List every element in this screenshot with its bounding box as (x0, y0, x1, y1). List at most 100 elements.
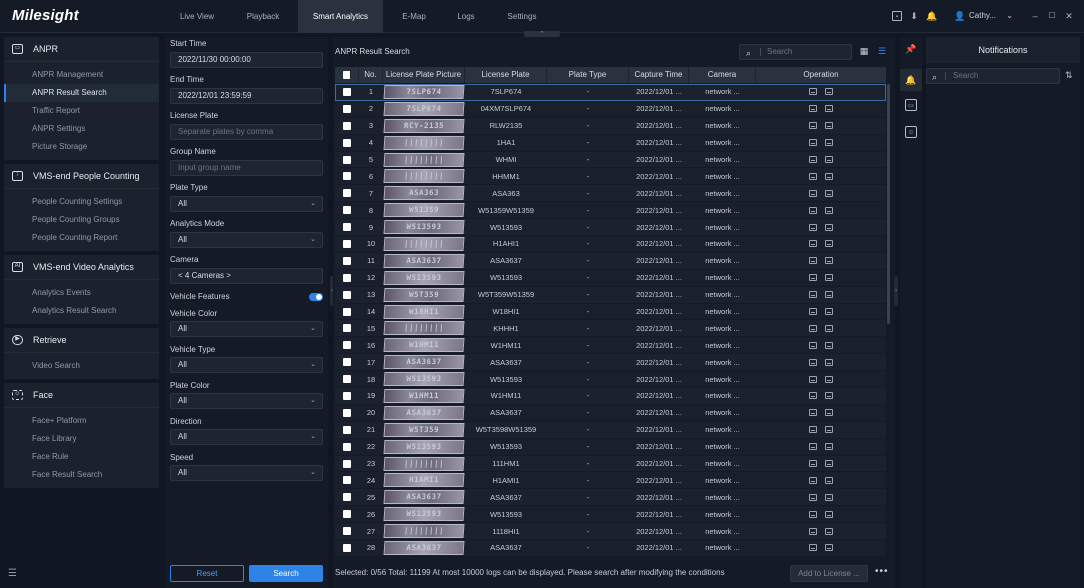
view-image-icon[interactable] (809, 291, 817, 299)
view-details-icon[interactable] (825, 291, 833, 299)
view-image-icon[interactable] (809, 240, 817, 248)
plate-thumbnail[interactable]: ASA3637 (383, 540, 465, 555)
table-row[interactable]: 1 7SLP674 7SLP674 - 2022/12/01 ... network ..… (335, 84, 886, 101)
plate-picture-cell[interactable]: W513593 (383, 439, 465, 454)
plate-picture-cell[interactable]: ASA3637 (383, 540, 465, 555)
view-details-icon[interactable] (825, 189, 833, 197)
plate-picture-cell[interactable]: W5T359 (383, 287, 465, 302)
plate-thumbnail[interactable]: W513593 (383, 270, 465, 285)
row-select-cell[interactable] (335, 358, 359, 367)
user-menu[interactable]: Cathy... ⌄ (969, 11, 1013, 20)
row-checkbox[interactable] (343, 155, 351, 164)
row-select-cell[interactable] (335, 527, 359, 536)
row-checkbox[interactable] (343, 408, 351, 417)
tab-settings[interactable]: Settings (491, 0, 553, 33)
vehicle-type-select[interactable]: All ⌄ (170, 357, 323, 373)
view-image-icon[interactable] (809, 88, 817, 96)
view-image-icon[interactable] (809, 527, 817, 535)
plate-thumbnail[interactable]: |||||||| (383, 236, 465, 251)
table-row[interactable]: 8 W51359 W51359W51359-2022/12/01 ... networ… (335, 202, 886, 220)
sidebar-item-face-library[interactable]: Face Library (4, 430, 159, 448)
tab-logs[interactable]: Logs (445, 0, 487, 33)
plate-picture-cell[interactable]: W5T359 (383, 422, 465, 437)
row-select-cell[interactable] (335, 239, 359, 248)
view-image-icon[interactable] (809, 308, 817, 316)
view-details-icon[interactable] (825, 392, 833, 400)
view-details-icon[interactable] (825, 358, 833, 366)
view-image-icon[interactable] (809, 257, 817, 265)
table-row[interactable]: 2 7SLP674 04XM7SLP674 - 2022/12/01 ... networ… (335, 100, 886, 118)
camera-select[interactable]: < 4 Cameras > (170, 268, 323, 284)
row-select-cell[interactable] (335, 87, 359, 96)
view-details-icon[interactable] (825, 527, 833, 535)
table-row[interactable]: 14 W18HI1 W18HI1 - 2022/12/01 ... network ... (335, 303, 886, 321)
view-image-icon[interactable] (809, 510, 817, 518)
hamburger-menu-icon[interactable]: ☰ (8, 568, 17, 579)
plate-thumbnail[interactable]: 7SLP674 (383, 84, 465, 99)
row-checkbox[interactable] (343, 375, 351, 384)
notification-search-input[interactable]: ⌕ Search (926, 68, 1060, 84)
view-image-icon[interactable] (809, 409, 817, 417)
row-select-cell[interactable] (335, 172, 359, 181)
row-checkbox[interactable] (343, 206, 351, 215)
plate-thumbnail[interactable]: |||||||| (383, 456, 465, 471)
table-row[interactable]: 16 W1HM11 W1HM11 - 2022/12/01 ... network ... (335, 337, 886, 355)
row-checkbox[interactable] (343, 223, 351, 232)
row-checkbox[interactable] (343, 87, 351, 96)
tab-live-view[interactable]: Live View (166, 0, 228, 33)
row-select-cell[interactable] (335, 290, 359, 299)
vehicle-features-toggle[interactable] (309, 293, 323, 301)
sidebar-item-analytics-result-search[interactable]: Analytics Result Search (4, 302, 159, 320)
table-row[interactable]: 3 RCY-2135 RLW2135 - 2022/12/01 ... network .… (335, 117, 886, 135)
sidebar-group-header[interactable]: AI VMS-end Video Analytics (4, 255, 159, 280)
row-checkbox[interactable] (343, 493, 351, 502)
plate-picture-cell[interactable]: 7SLP674 (383, 84, 465, 99)
view-image-icon[interactable] (809, 476, 817, 484)
table-row[interactable]: 9 W513593 W513593 - 2022/12/01 ... network ..… (335, 219, 886, 237)
close-icon[interactable]: ✕ (1064, 11, 1074, 21)
plate-thumbnail[interactable]: |||||||| (383, 321, 465, 336)
view-details-icon[interactable] (825, 223, 833, 231)
plate-picture-cell[interactable]: W18HI1 (383, 304, 465, 319)
plate-picture-cell[interactable]: W513593 (383, 372, 465, 387)
view-details-icon[interactable] (825, 139, 833, 147)
row-select-cell[interactable] (335, 408, 359, 417)
view-details-icon[interactable] (825, 156, 833, 163)
view-image-icon[interactable] (809, 443, 817, 451)
table-row[interactable]: 15 |||||||| KHHH1 - 2022/12/01 ... network ..… (335, 320, 886, 338)
view-image-icon[interactable] (809, 172, 817, 180)
row-select-cell[interactable] (335, 442, 359, 451)
plate-thumbnail[interactable]: H1AMI1 (383, 473, 465, 488)
plate-thumbnail[interactable]: |||||||| (383, 169, 465, 184)
table-row[interactable]: 17 ASA3637 ASA3637 - 2022/12/01 ... network .… (335, 354, 886, 372)
select-all-checkbox[interactable] (342, 71, 351, 79)
view-details-icon[interactable] (825, 476, 833, 484)
sidebar-item-people-counting-groups[interactable]: People Counting Groups (4, 211, 159, 229)
plate-picture-cell[interactable]: |||||||| (383, 236, 465, 251)
table-row[interactable]: 21 W5T359 W5T3598W51359 - 2022/12/01 ... netw… (335, 421, 886, 439)
row-select-cell[interactable] (335, 543, 359, 552)
sidebar-group-header[interactable]: ☺ Face (4, 383, 159, 408)
plate-thumbnail[interactable]: |||||||| (383, 152, 465, 167)
row-select-cell[interactable] (335, 375, 359, 384)
add-to-license-button[interactable]: Add to License ... (790, 565, 868, 582)
tab-playback[interactable]: Playback (232, 0, 294, 33)
group-name-input[interactable]: Input group name (170, 160, 323, 176)
view-image-icon[interactable] (809, 426, 817, 434)
view-image-icon[interactable] (809, 324, 817, 332)
reset-button[interactable]: Reset (170, 565, 244, 582)
view-image-icon[interactable] (809, 358, 817, 366)
view-image-icon[interactable] (809, 493, 817, 501)
bell-icon[interactable]: 🔔 (926, 11, 937, 21)
table-row[interactable]: 24 H1AMI1 H1AMI1 - 2022/12/01 ... network ... (335, 472, 886, 490)
plate-thumbnail[interactable]: W513593 (383, 372, 465, 387)
view-image-icon[interactable] (809, 189, 817, 197)
row-checkbox[interactable] (343, 138, 351, 147)
sidebar-item-face-rule[interactable]: Face Rule (4, 448, 159, 466)
table-row[interactable]: 19 W1HM11 W1HM11 - 2022/12/01 ... network ... (335, 388, 886, 405)
row-select-cell[interactable] (335, 391, 359, 400)
row-select-cell[interactable] (335, 324, 359, 333)
view-details-icon[interactable] (825, 274, 833, 282)
table-row[interactable]: 22 W513593 W513593 - 2022/12/01 ... network .… (335, 438, 886, 456)
filter-sort-icon[interactable]: ⇅ (1065, 70, 1073, 81)
